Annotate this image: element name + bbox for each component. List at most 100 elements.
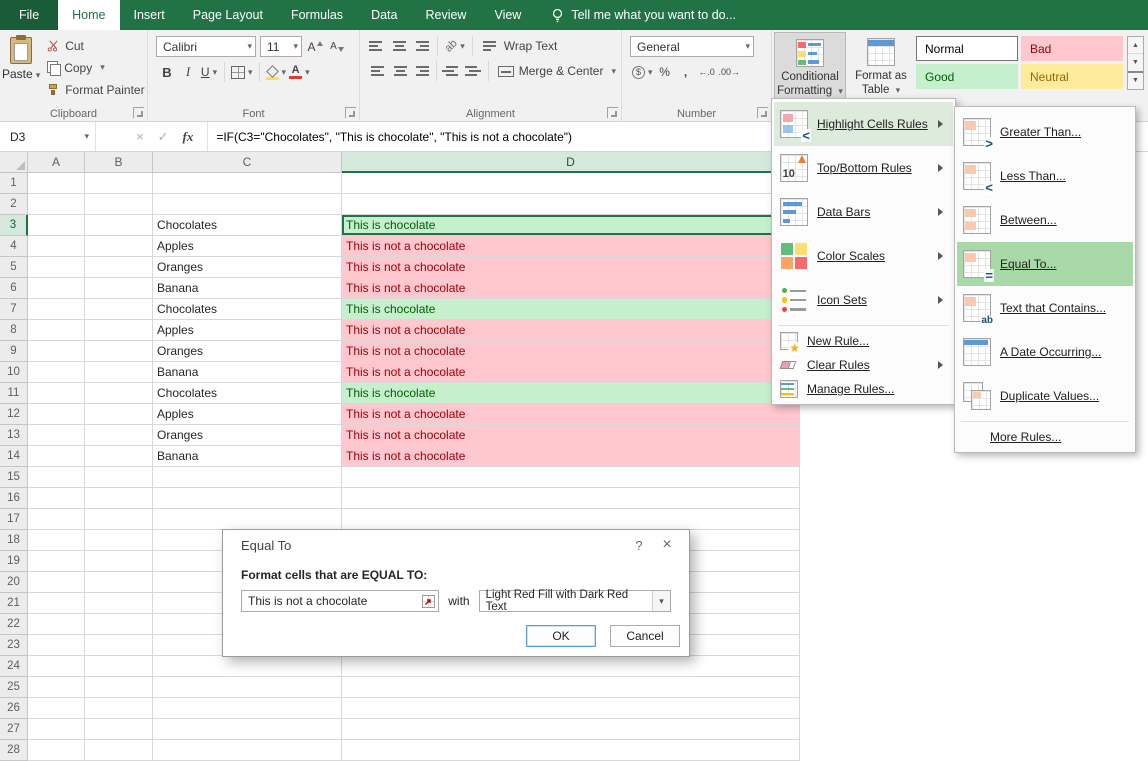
tab-page-layout[interactable]: Page Layout bbox=[179, 0, 277, 30]
cell-b24[interactable] bbox=[85, 656, 153, 677]
cell-d4[interactable]: This is not a chocolate bbox=[342, 236, 800, 257]
cell-c12[interactable]: Apples bbox=[153, 404, 342, 425]
cell-a15[interactable] bbox=[28, 467, 85, 488]
cell-b22[interactable] bbox=[85, 614, 153, 635]
cell-b27[interactable] bbox=[85, 719, 153, 740]
underline-button[interactable]: U▾ bbox=[200, 62, 218, 82]
cell-a13[interactable] bbox=[28, 425, 85, 446]
row-header-15[interactable]: 15 bbox=[0, 467, 28, 488]
cell-d10[interactable]: This is not a chocolate bbox=[342, 362, 800, 383]
cell-b12[interactable] bbox=[85, 404, 153, 425]
cell-d26[interactable] bbox=[342, 698, 800, 719]
cell-a19[interactable] bbox=[28, 551, 85, 572]
align-left-button[interactable] bbox=[370, 61, 388, 81]
row-header-23[interactable]: 23 bbox=[0, 635, 28, 656]
row-header-28[interactable]: 28 bbox=[0, 740, 28, 761]
row-header-11[interactable]: 11 bbox=[0, 383, 28, 404]
cell-a4[interactable] bbox=[28, 236, 85, 257]
cell-a3[interactable] bbox=[28, 215, 85, 236]
cell-d5[interactable]: This is not a chocolate bbox=[342, 257, 800, 278]
menu-item-color-scales[interactable]: Color Scales bbox=[774, 234, 953, 278]
cell-a26[interactable] bbox=[28, 698, 85, 719]
tab-view[interactable]: View bbox=[480, 0, 535, 30]
cell-b26[interactable] bbox=[85, 698, 153, 719]
font-color-button[interactable]: A▾ bbox=[289, 62, 310, 82]
increase-decimal-button[interactable] bbox=[698, 62, 716, 82]
row-header-17[interactable]: 17 bbox=[0, 509, 28, 530]
wrap-text-button[interactable]: Wrap Text bbox=[480, 37, 561, 56]
cell-b3[interactable] bbox=[85, 215, 153, 236]
menu-item-text-that-contains[interactable]: abText that Contains... bbox=[957, 286, 1133, 330]
fill-color-button[interactable]: ▾ bbox=[266, 62, 287, 82]
menu-item-clear-rules[interactable]: Clear Rules bbox=[774, 353, 953, 377]
row-header-1[interactable]: 1 bbox=[0, 173, 28, 194]
tab-review[interactable]: Review bbox=[411, 0, 480, 30]
cell-a24[interactable] bbox=[28, 656, 85, 677]
tab-home[interactable]: Home bbox=[58, 0, 119, 30]
cell-c3[interactable]: Chocolates bbox=[153, 215, 342, 236]
cell-b11[interactable] bbox=[85, 383, 153, 404]
cell-b10[interactable] bbox=[85, 362, 153, 383]
cell-d17[interactable] bbox=[342, 509, 800, 530]
decrease-indent-button[interactable] bbox=[443, 61, 461, 81]
cell-c2[interactable] bbox=[153, 194, 342, 215]
menu-item-less-than[interactable]: <Less Than... bbox=[957, 154, 1133, 198]
value-input[interactable]: This is not a chocolate bbox=[241, 590, 439, 612]
row-header-5[interactable]: 5 bbox=[0, 257, 28, 278]
menu-item-equal-to[interactable]: =Equal To... bbox=[957, 242, 1133, 286]
gallery-up-button[interactable]: ▲ bbox=[1128, 37, 1143, 53]
align-middle-button[interactable] bbox=[390, 36, 408, 56]
clipboard-dialog-launcher-icon[interactable] bbox=[133, 107, 144, 118]
cell-c7[interactable]: Chocolates bbox=[153, 299, 342, 320]
cell-a16[interactable] bbox=[28, 488, 85, 509]
borders-button[interactable]: ▾ bbox=[231, 62, 253, 82]
cell-c1[interactable] bbox=[153, 173, 342, 194]
cell-c5[interactable]: Oranges bbox=[153, 257, 342, 278]
tell-me-box[interactable]: Tell me what you want to do... bbox=[551, 0, 736, 30]
cell-d11[interactable]: This is chocolate bbox=[342, 383, 800, 404]
bold-button[interactable]: B bbox=[158, 62, 176, 82]
decrease-font-size-button[interactable]: A bbox=[328, 37, 346, 57]
select-all-button[interactable] bbox=[0, 152, 28, 173]
cell-b2[interactable] bbox=[85, 194, 153, 215]
cell-a18[interactable] bbox=[28, 530, 85, 551]
row-header-9[interactable]: 9 bbox=[0, 341, 28, 362]
cell-d15[interactable] bbox=[342, 467, 800, 488]
cell-b13[interactable] bbox=[85, 425, 153, 446]
cell-c8[interactable]: Apples bbox=[153, 320, 342, 341]
cell-b14[interactable] bbox=[85, 446, 153, 467]
menu-item-greater-than[interactable]: >Greater Than... bbox=[957, 110, 1133, 154]
cell-style-normal[interactable]: Normal bbox=[916, 36, 1018, 61]
menu-item-more-rules[interactable]: More Rules... bbox=[957, 425, 1133, 449]
cell-style-neutral[interactable]: Neutral bbox=[1021, 64, 1123, 89]
row-header-12[interactable]: 12 bbox=[0, 404, 28, 425]
row-header-25[interactable]: 25 bbox=[0, 677, 28, 698]
cell-c24[interactable] bbox=[153, 656, 342, 677]
orientation-button[interactable]: ab▾ bbox=[445, 36, 465, 56]
row-header-16[interactable]: 16 bbox=[0, 488, 28, 509]
cell-a12[interactable] bbox=[28, 404, 85, 425]
cell-a2[interactable] bbox=[28, 194, 85, 215]
font-dialog-launcher-icon[interactable] bbox=[345, 107, 356, 118]
enter-formula-button[interactable]: ✓ bbox=[158, 129, 169, 145]
cell-b17[interactable] bbox=[85, 509, 153, 530]
cell-c27[interactable] bbox=[153, 719, 342, 740]
gallery-down-button[interactable]: ▼ bbox=[1128, 53, 1143, 70]
cell-c15[interactable] bbox=[153, 467, 342, 488]
cancel-button[interactable]: Cancel bbox=[610, 625, 680, 647]
cell-a21[interactable] bbox=[28, 593, 85, 614]
number-dialog-launcher-icon[interactable] bbox=[757, 107, 768, 118]
cell-a6[interactable] bbox=[28, 278, 85, 299]
cell-d3[interactable]: This is chocolate bbox=[342, 215, 800, 236]
row-header-19[interactable]: 19 bbox=[0, 551, 28, 572]
cell-a7[interactable] bbox=[28, 299, 85, 320]
alignment-dialog-launcher-icon[interactable] bbox=[607, 107, 618, 118]
cell-b20[interactable] bbox=[85, 572, 153, 593]
cell-d6[interactable]: This is not a chocolate bbox=[342, 278, 800, 299]
cell-a17[interactable] bbox=[28, 509, 85, 530]
column-header-c[interactable]: C bbox=[153, 152, 342, 173]
row-header-24[interactable]: 24 bbox=[0, 656, 28, 677]
menu-item-new-rule[interactable]: ★New Rule... bbox=[774, 329, 953, 353]
cell-b18[interactable] bbox=[85, 530, 153, 551]
cell-d2[interactable] bbox=[342, 194, 800, 215]
